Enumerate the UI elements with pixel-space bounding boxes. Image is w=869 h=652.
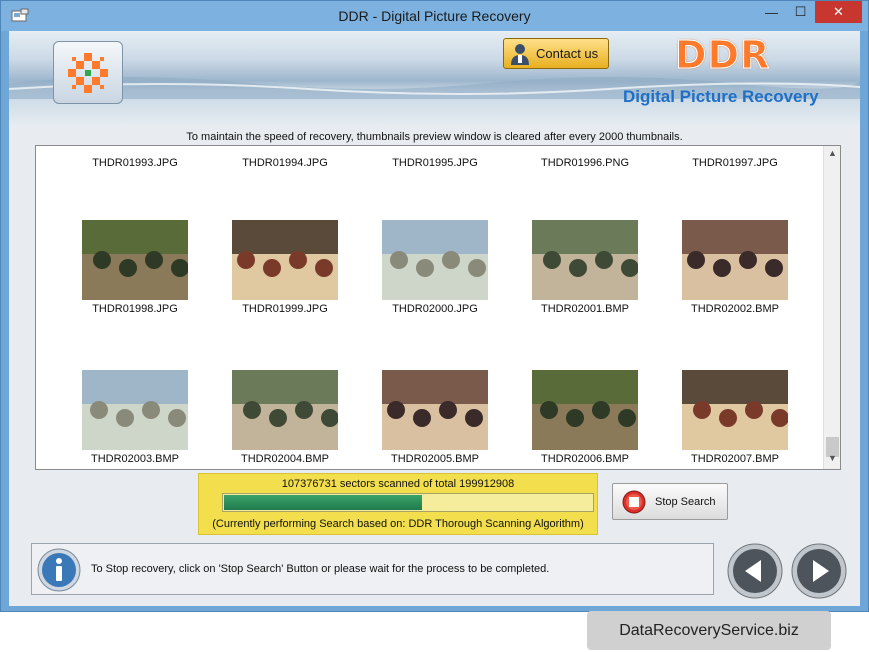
thumbnail-filename: THDR02000.JPG (392, 303, 478, 315)
thumbnail-item[interactable]: THDR01998.JPG (60, 220, 210, 315)
thumbnail-filename: THDR02003.BMP (90, 453, 180, 465)
stop-search-button[interactable]: Stop Search (612, 483, 728, 520)
scroll-up-icon[interactable]: ▲ (824, 148, 840, 162)
stop-search-label: Stop Search (655, 495, 716, 508)
app-window: DDR - Digital Picture Recovery — ☐ ✕ Con… (0, 0, 869, 612)
thumbnail-filename: THDR02002.BMP (690, 303, 780, 315)
minimize-button[interactable]: — (758, 1, 785, 23)
thumbnail-image (532, 220, 638, 300)
thumbnail-item[interactable]: THDR02007.BMP (660, 370, 810, 465)
info-icon (37, 548, 81, 592)
thumbnail-filename: THDR01993.JPG (92, 157, 178, 169)
thumbnail-item[interactable]: THDR01996.PNG (510, 154, 660, 169)
thumbnail-filename: THDR01999.JPG (242, 303, 328, 315)
thumbnail-filename: THDR02007.BMP (690, 453, 780, 465)
thumbnail-filename: THDR02001.BMP (540, 303, 630, 315)
title-bar: DDR - Digital Picture Recovery — ☐ ✕ (1, 1, 868, 31)
thumbnail-image (382, 370, 488, 450)
thumbnail-image (82, 220, 188, 300)
thumbnail-filename: THDR01997.JPG (692, 157, 778, 169)
thumbnail-image (532, 370, 638, 450)
contact-us-button[interactable]: Contact us (503, 38, 609, 69)
scan-status-panel: 107376731 sectors scanned of total 19991… (198, 473, 598, 535)
thumbnail-image (232, 220, 338, 300)
logo-icon (68, 52, 108, 93)
thumbnail-filename: THDR01995.JPG (392, 157, 478, 169)
thumbnail-image (382, 220, 488, 300)
next-button[interactable] (791, 543, 847, 599)
thumbnail-filename: THDR01996.PNG (540, 157, 630, 169)
thumbnail-item[interactable]: THDR01997.JPG (660, 154, 810, 169)
info-message: To Stop recovery, click on 'Stop Search'… (91, 563, 550, 575)
client-area: Contact us DDR Digital Picture Recovery … (9, 31, 860, 606)
thumbnail-image (682, 370, 788, 450)
thumbnail-filename: THDR01998.JPG (92, 303, 178, 315)
thumbnail-item[interactable]: THDR02003.BMP (60, 370, 210, 465)
app-logo (53, 41, 123, 104)
sectors-scanned-text: 107376731 sectors scanned of total 19991… (281, 478, 515, 490)
thumbnail-filename: THDR02004.BMP (240, 453, 330, 465)
scan-algorithm-text: (Currently performing Search based on: D… (212, 518, 584, 530)
thumbnail-item[interactable]: THDR01994.JPG (210, 154, 360, 169)
thumbnail-image (82, 370, 188, 450)
maximize-button[interactable]: ☐ (787, 1, 814, 23)
thumbnail-item[interactable]: THDR01993.JPG (60, 154, 210, 169)
app-name: Digital Picture Recovery (623, 87, 819, 106)
vertical-scrollbar[interactable]: ▲ ▼ (823, 146, 840, 469)
stop-icon (622, 490, 646, 513)
thumbnail-item[interactable]: THDR02006.BMP (510, 370, 660, 465)
thumbnail-item[interactable]: THDR02002.BMP (660, 220, 810, 315)
user-icon (511, 43, 529, 65)
thumbnail-notice: To maintain the speed of recovery, thumb… (186, 131, 683, 143)
thumbnail-filename: THDR01994.JPG (242, 157, 328, 169)
watermark-label: DataRecoveryService.biz (587, 611, 831, 650)
thumbnail-image (682, 220, 788, 300)
thumbnail-image (232, 370, 338, 450)
contact-us-label: Contact us (536, 46, 599, 61)
thumbnail-item[interactable]: THDR02001.BMP (510, 220, 660, 315)
back-button[interactable] (727, 543, 783, 599)
window-title: DDR - Digital Picture Recovery (338, 8, 531, 24)
thumbnail-item[interactable]: THDR02004.BMP (210, 370, 360, 465)
thumbnail-preview-pane[interactable]: THDR01993.JPG THDR01994.JPG THDR01995.JPG T… (35, 145, 841, 470)
info-bar: To Stop recovery, click on 'Stop Search'… (31, 543, 714, 595)
thumbnail-filename: THDR02005.BMP (390, 453, 480, 465)
thumbnail-filename: THDR02006.BMP (540, 453, 630, 465)
close-button[interactable]: ✕ (815, 1, 862, 23)
scan-progress-bar (222, 493, 594, 512)
thumbnail-item[interactable]: THDR01995.JPG (360, 154, 510, 169)
thumbnail-item[interactable]: THDR01999.JPG (210, 220, 360, 315)
header-banner: Contact us DDR Digital Picture Recovery (9, 31, 860, 127)
thumbnail-item[interactable]: THDR02000.JPG (360, 220, 510, 315)
brand-logo-text: DDR (674, 33, 771, 78)
scroll-down-icon[interactable]: ▼ (824, 453, 840, 467)
scan-progress-fill (224, 495, 422, 510)
thumbnail-item[interactable]: THDR02005.BMP (360, 370, 510, 465)
